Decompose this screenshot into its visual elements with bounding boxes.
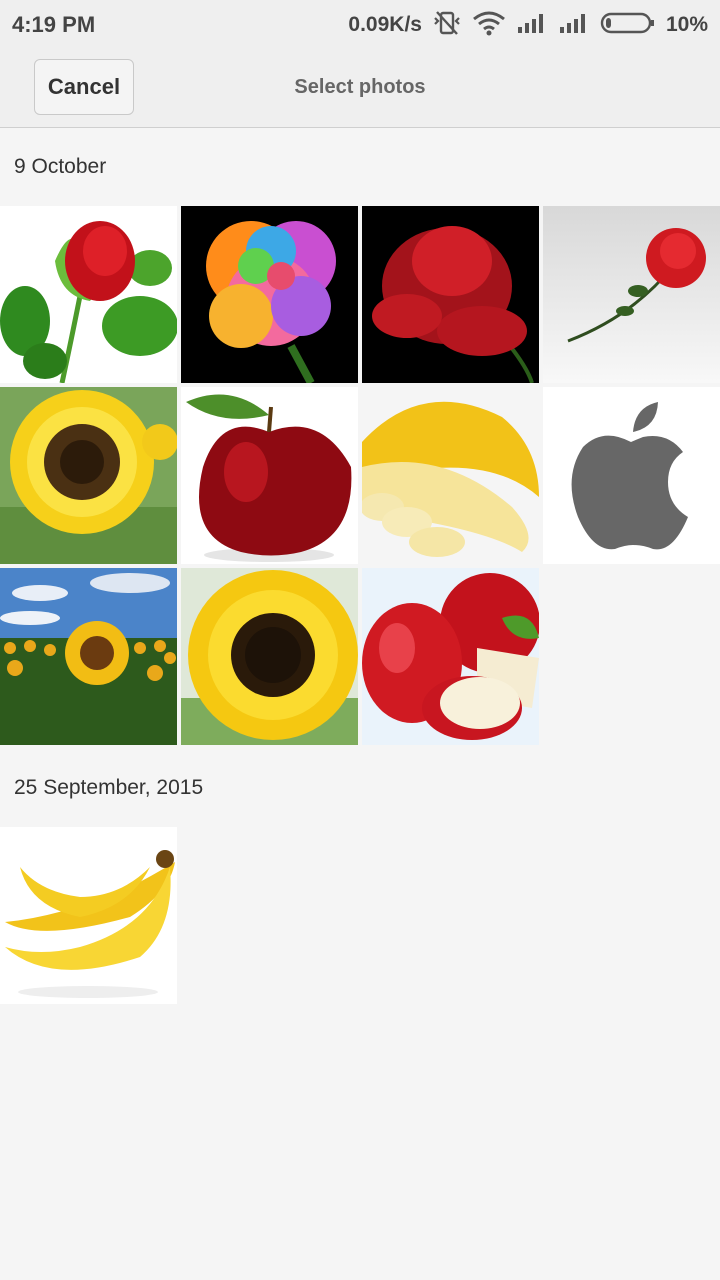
photo-thumbnail[interactable] — [362, 568, 539, 745]
photo-thumbnail[interactable] — [0, 568, 177, 745]
status-icons: 0.09K/s 10% — [348, 10, 708, 40]
photo-thumbnail[interactable] — [0, 827, 177, 1004]
vibrate-off-icon — [432, 10, 462, 41]
signal-icon — [558, 11, 590, 40]
page-title: Select photos — [294, 76, 426, 98]
status-bar: 4:19 PM 0.09K/s 10% — [0, 0, 720, 50]
section-date-header: 9 October — [14, 155, 107, 178]
photo-thumbnail[interactable] — [181, 387, 358, 564]
section-date-header: 25 September, 2015 — [14, 776, 204, 799]
app-bar: Cancel Select photos — [0, 50, 720, 128]
photo-thumbnail[interactable] — [0, 387, 177, 564]
network-speed: 0.09K/s — [348, 13, 422, 36]
photo-thumbnail[interactable] — [543, 206, 720, 383]
photo-thumbnail[interactable] — [181, 206, 358, 383]
photo-thumbnail[interactable] — [362, 387, 539, 564]
signal-icon — [516, 11, 548, 40]
battery-icon — [600, 11, 656, 40]
wifi-icon — [472, 10, 506, 41]
photo-thumbnail[interactable] — [181, 568, 358, 745]
photo-thumbnail[interactable] — [362, 206, 539, 383]
battery-percent: 10% — [665, 13, 708, 36]
photo-thumbnail[interactable] — [0, 206, 177, 383]
status-time: 4:19 PM — [12, 12, 96, 37]
photo-thumbnail[interactable] — [543, 387, 720, 564]
